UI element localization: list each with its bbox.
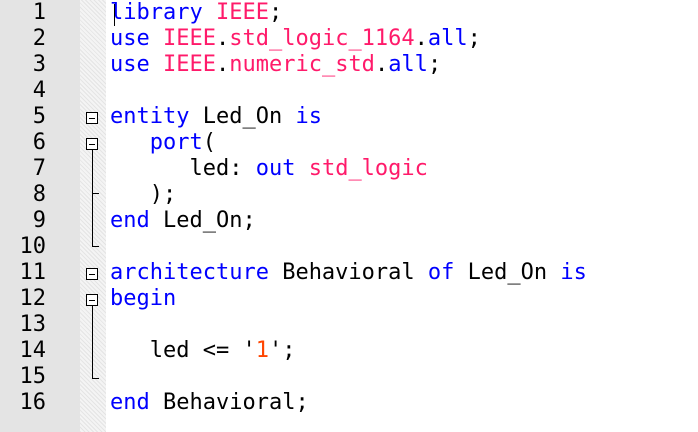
code-line[interactable]: 12 begin bbox=[0, 286, 698, 312]
line-number: 8 bbox=[32, 182, 46, 207]
code-line[interactable]: 14 led <= '1'; bbox=[0, 338, 698, 364]
code-line[interactable]: 7 led: out std_logic bbox=[0, 156, 698, 182]
code-line[interactable]: 2 use IEEE.std_logic_1164.all; bbox=[0, 26, 698, 52]
keyword-token: end bbox=[110, 208, 150, 233]
code-token: Led_On bbox=[454, 260, 561, 285]
keyword-token: is bbox=[295, 104, 322, 129]
code-token: ; bbox=[427, 52, 442, 77]
keyword-token: of bbox=[427, 260, 455, 285]
keyword-token: out bbox=[255, 156, 296, 181]
code-token: . bbox=[215, 52, 230, 77]
keyword-token: end bbox=[110, 390, 150, 415]
code-token: ; bbox=[467, 26, 481, 51]
type-token: numeric_std bbox=[229, 52, 375, 77]
line-number: 14 bbox=[19, 338, 47, 363]
code-token: led <= ' bbox=[110, 338, 256, 363]
type-token: std_logic_1164 bbox=[229, 26, 415, 51]
type-token: IEEE bbox=[163, 52, 216, 77]
keyword-token: library bbox=[110, 0, 203, 25]
code-text[interactable]: end Led_On; bbox=[110, 208, 256, 234]
code-token: '; bbox=[268, 338, 296, 363]
code-text[interactable]: library IEEE; bbox=[110, 0, 282, 26]
keyword-token: use bbox=[110, 52, 150, 77]
code-text[interactable]: begin bbox=[110, 286, 176, 312]
code-text[interactable]: use IEEE.std_logic_1164.all; bbox=[110, 26, 481, 52]
code-token: ); bbox=[110, 182, 177, 207]
code-line[interactable]: 13 bbox=[0, 312, 698, 338]
code-token: Led_On; bbox=[149, 208, 256, 233]
code-text[interactable]: led <= '1'; bbox=[110, 338, 296, 364]
keyword-token: all bbox=[388, 52, 428, 77]
line-number: 1 bbox=[32, 0, 46, 25]
keyword-token: entity bbox=[110, 104, 190, 129]
code-line[interactable]: 16 end Behavioral; bbox=[0, 390, 698, 416]
code-token: . bbox=[215, 26, 230, 51]
keyword-token: architecture bbox=[110, 260, 269, 285]
text-caret bbox=[114, 4, 115, 26]
line-number: 13 bbox=[19, 312, 47, 337]
line-number: 6 bbox=[32, 130, 46, 155]
code-line[interactable]: 9 end Led_On; bbox=[0, 208, 698, 234]
code-token: ( bbox=[202, 130, 216, 155]
code-token: . bbox=[414, 26, 428, 51]
type-token: IEEE bbox=[163, 26, 216, 51]
code-line[interactable]: 11 architecture Behavioral of Led_On is bbox=[0, 260, 698, 286]
keyword-token: all bbox=[427, 26, 468, 51]
line-number: 2 bbox=[32, 26, 46, 51]
code-text[interactable]: port( bbox=[110, 130, 216, 156]
keyword-token: port bbox=[149, 130, 203, 155]
literal-token: 1 bbox=[255, 338, 269, 363]
code-line[interactable]: 8 ); bbox=[0, 182, 698, 208]
keyword-token: is bbox=[560, 260, 587, 285]
line-number: 3 bbox=[32, 52, 46, 77]
code-token: led: bbox=[110, 156, 256, 181]
line-number: 12 bbox=[19, 286, 47, 311]
line-number: 16 bbox=[19, 390, 47, 415]
line-number: 10 bbox=[19, 234, 47, 259]
code-text[interactable]: use IEEE.numeric_std.all; bbox=[110, 52, 441, 78]
line-number: 15 bbox=[19, 364, 47, 389]
keyword-token: use bbox=[110, 26, 150, 51]
code-line[interactable]: 6 port( bbox=[0, 130, 698, 156]
type-token: IEEE bbox=[215, 0, 269, 25]
code-text[interactable]: architecture Behavioral of Led_On is bbox=[110, 260, 587, 286]
code-text[interactable]: entity Led_On is bbox=[110, 104, 322, 130]
line-number: 11 bbox=[19, 260, 47, 285]
keyword-token: begin bbox=[110, 286, 177, 311]
code-line[interactable]: 4 bbox=[0, 78, 698, 104]
code-text[interactable]: ); bbox=[110, 182, 177, 208]
code-content[interactable]: 1 library IEEE; 2 use IEEE.std_logic_1164.a… bbox=[0, 0, 698, 432]
code-token: ; bbox=[268, 0, 283, 25]
code-editor[interactable]: 1 library IEEE; 2 use IEEE.std_logic_1164.a… bbox=[0, 0, 698, 432]
line-number: 5 bbox=[32, 104, 46, 129]
code-text[interactable]: led: out std_logic bbox=[110, 156, 428, 182]
code-line[interactable]: 15 bbox=[0, 364, 698, 390]
code-line[interactable]: 5 entity Led_On is bbox=[0, 104, 698, 130]
line-number: 7 bbox=[32, 156, 46, 181]
code-line[interactable]: 3 use IEEE.numeric_std.all; bbox=[0, 52, 698, 78]
type-token: std_logic bbox=[308, 156, 428, 181]
code-text[interactable]: end Behavioral; bbox=[110, 390, 309, 416]
code-line[interactable]: 10 bbox=[0, 234, 698, 260]
line-number: 9 bbox=[32, 208, 46, 233]
code-line[interactable]: 1 library IEEE; bbox=[0, 0, 698, 26]
code-token: Behavioral; bbox=[149, 390, 309, 415]
code-token: Led_On bbox=[189, 104, 296, 129]
line-number: 4 bbox=[32, 78, 46, 103]
code-token: . bbox=[374, 52, 389, 77]
code-token: Behavioral bbox=[268, 260, 428, 285]
